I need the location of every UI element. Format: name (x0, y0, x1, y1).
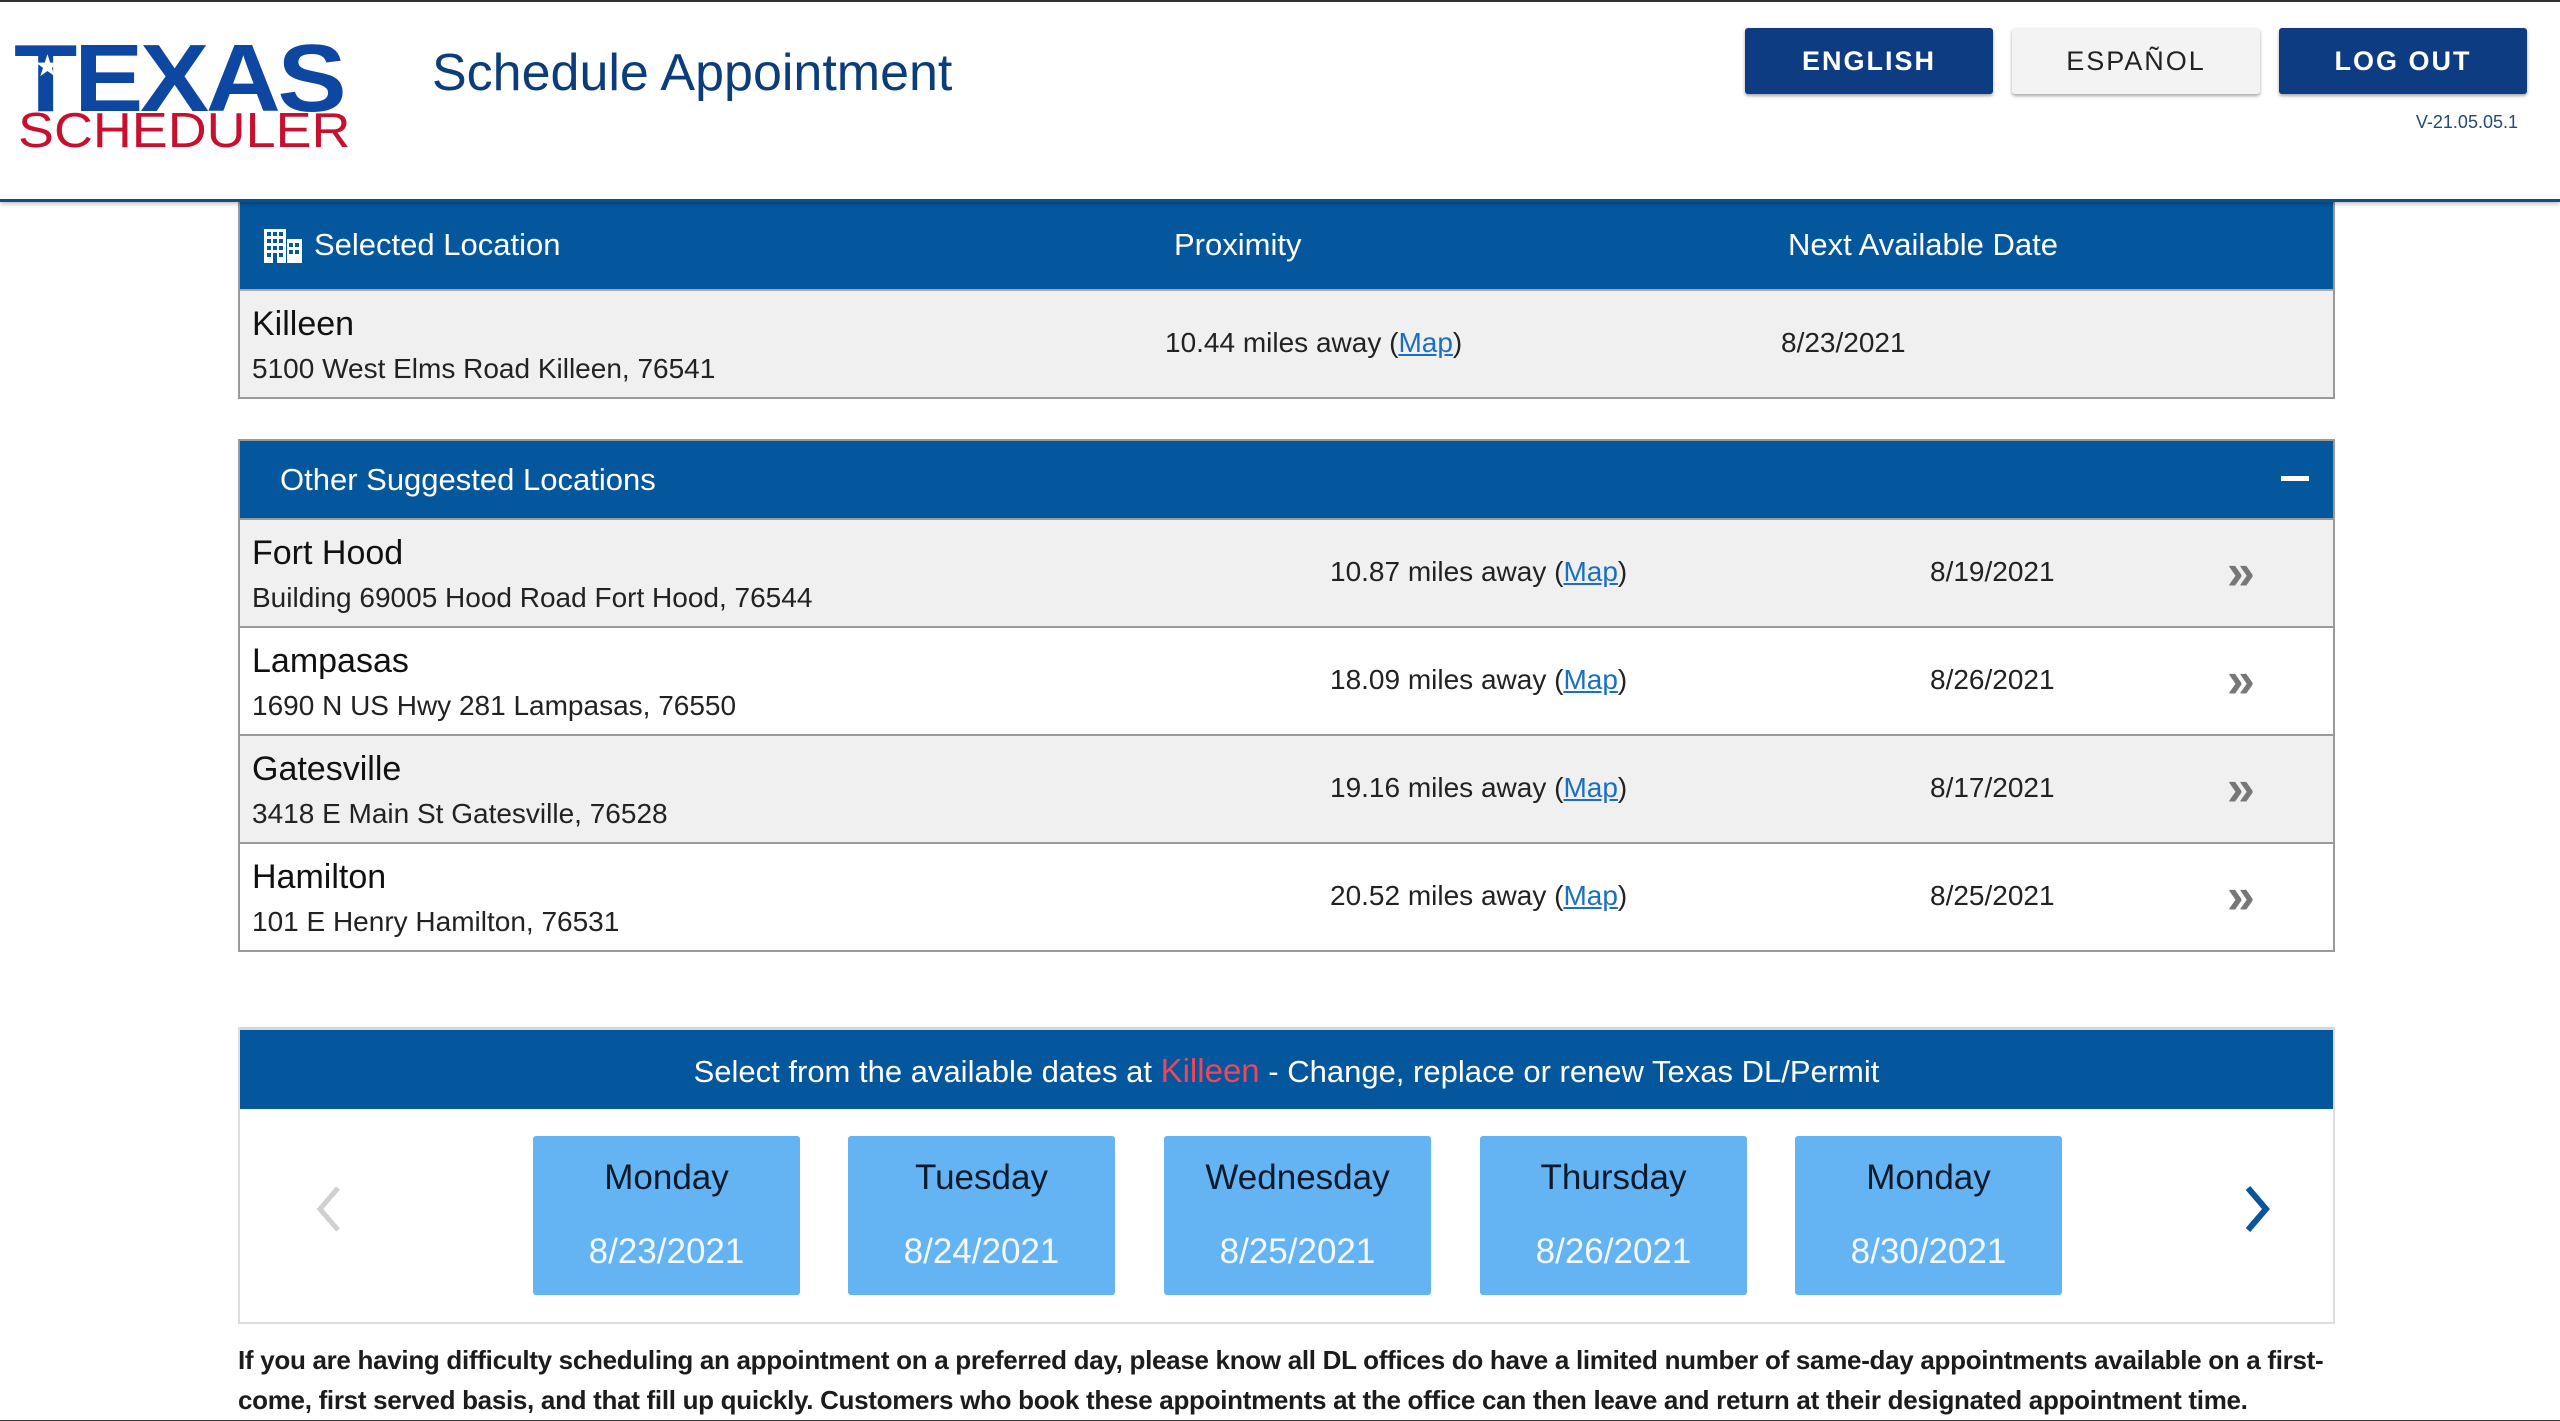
english-button[interactable]: ENGLISH (1745, 28, 1993, 94)
day-name: Tuesday (915, 1158, 1048, 1197)
next-available-date: 8/19/2021 (1930, 556, 2055, 587)
day-name: Monday (1866, 1158, 1991, 1197)
location-name: Hamilton (252, 858, 387, 896)
column-header-proximity: Proximity (1174, 227, 1302, 262)
heading-suffix: - Change, replace or renew Texas DL/Perm… (1259, 1054, 1880, 1089)
selected-location-row: Killeen 5100 West Elms Road Killeen, 765… (240, 289, 2333, 397)
selected-location-table: Selected Location Proximity Next Availab… (238, 202, 2335, 399)
map-link[interactable]: Map (1398, 327, 1452, 358)
date-card[interactable]: Monday 8/30/2021 (1795, 1136, 2062, 1295)
distance-close: ) (1452, 327, 1463, 358)
distance-text: 18.09 miles away ( (1330, 664, 1564, 695)
location-proximity: 10.87 miles away (Map) (1330, 556, 1627, 588)
column-header-location: Selected Location (314, 227, 561, 262)
chevron-right-icon[interactable] (2240, 1184, 2274, 1234)
distance-text: 10.87 miles away ( (1330, 556, 1564, 587)
version-label: V-21.05.05.1 (2415, 112, 2518, 132)
location-proximity: 10.44 miles away (Map) (1165, 327, 1462, 359)
texas-scheduler-logo[interactable]: TEXAS ★ SCHEDULER (14, 31, 394, 157)
date-card[interactable]: Tuesday 8/24/2021 (848, 1136, 1115, 1295)
next-available-date: 8/25/2021 (1930, 880, 2055, 911)
location-proximity: 19.16 miles away (Map) (1330, 772, 1627, 804)
location-name: Fort Hood (252, 534, 404, 572)
location-address: 101 E Henry Hamilton, 76531 (252, 906, 620, 937)
espanol-button[interactable]: ESPAÑOL (2012, 28, 2260, 94)
map-link[interactable]: Map (1563, 772, 1617, 803)
double-chevron-right-icon[interactable]: » (2227, 871, 2255, 921)
location-name: Lampasas (252, 642, 409, 680)
map-link[interactable]: Map (1563, 664, 1617, 695)
other-locations-list: Fort Hood Building 69005 Hood Road Fort … (240, 518, 2333, 950)
other-locations-table: Other Suggested Locations Fort Hood Buil… (238, 439, 2335, 952)
selected-location-header: Selected Location Proximity Next Availab… (240, 202, 2333, 289)
day-date: 8/26/2021 (1535, 1232, 1692, 1271)
chevron-left-icon[interactable] (312, 1184, 346, 1234)
location-name: Killeen (252, 305, 355, 343)
map-link[interactable]: Map (1563, 556, 1617, 587)
distance-text: 20.52 miles away ( (1330, 880, 1564, 911)
distance-close: ) (1617, 772, 1628, 803)
page: TEXAS ★ SCHEDULER Schedule Appointment E… (0, 0, 2560, 1421)
location-name: Gatesville (252, 750, 402, 788)
day-date: 8/24/2021 (903, 1232, 1060, 1271)
logout-button[interactable]: LOG OUT (2279, 28, 2527, 94)
day-name: Thursday (1540, 1158, 1687, 1197)
location-address: 1690 N US Hwy 281 Lampasas, 76550 (252, 690, 737, 721)
distance-text: 19.16 miles away ( (1330, 772, 1564, 803)
location-proximity: 18.09 miles away (Map) (1330, 664, 1627, 696)
double-chevron-right-icon[interactable]: » (2227, 763, 2255, 813)
next-available-date: 8/17/2021 (1930, 772, 2055, 803)
day-name: Wednesday (1205, 1158, 1390, 1197)
next-available-date: 8/23/2021 (1781, 327, 1906, 358)
column-header-next-date: Next Available Date (1788, 227, 2058, 262)
location-row[interactable]: Fort Hood Building 69005 Hood Road Fort … (240, 518, 2333, 626)
logo-scheduler-text: SCHEDULER (18, 104, 351, 158)
minus-icon[interactable] (2281, 476, 2309, 481)
day-date: 8/23/2021 (588, 1232, 745, 1271)
day-date: 8/25/2021 (1219, 1232, 1376, 1271)
header: TEXAS ★ SCHEDULER Schedule Appointment E… (0, 2, 2560, 202)
next-available-date: 8/26/2021 (1930, 664, 2055, 695)
date-card[interactable]: Wednesday 8/25/2021 (1164, 1136, 1431, 1295)
location-address: 5100 West Elms Road Killeen, 76541 (252, 353, 716, 384)
date-card[interactable]: Thursday 8/26/2021 (1480, 1136, 1747, 1295)
building-icon (264, 229, 302, 263)
other-locations-header[interactable]: Other Suggested Locations (240, 441, 2333, 518)
double-chevron-right-icon[interactable]: » (2227, 547, 2255, 597)
heading-location: Killeen (1160, 1052, 1260, 1089)
location-row[interactable]: Hamilton 101 E Henry Hamilton, 76531 20.… (240, 842, 2333, 950)
location-proximity: 20.52 miles away (Map) (1330, 880, 1627, 912)
star-icon: ★ (34, 50, 61, 83)
distance-close: ) (1617, 664, 1628, 695)
day-name: Monday (604, 1158, 729, 1197)
available-dates-panel: Select from the available dates at Kille… (238, 1027, 2335, 1324)
double-chevron-right-icon[interactable]: » (2227, 655, 2255, 705)
map-link[interactable]: Map (1563, 880, 1617, 911)
date-card[interactable]: Monday 8/23/2021 (533, 1136, 800, 1295)
location-address: Building 69005 Hood Road Fort Hood, 7654… (252, 582, 813, 613)
other-locations-title: Other Suggested Locations (280, 462, 656, 497)
heading-prefix: Select from the available dates at (693, 1054, 1161, 1089)
distance-close: ) (1617, 880, 1628, 911)
distance-close: ) (1617, 556, 1628, 587)
location-row[interactable]: Lampasas 1690 N US Hwy 281 Lampasas, 765… (240, 626, 2333, 734)
page-title: Schedule Appointment (432, 44, 953, 102)
location-address: 3418 E Main St Gatesville, 76528 (252, 798, 668, 829)
location-row[interactable]: Gatesville 3418 E Main St Gatesville, 76… (240, 734, 2333, 842)
day-date: 8/30/2021 (1850, 1232, 2007, 1271)
available-dates-header: Select from the available dates at Kille… (240, 1027, 2333, 1109)
same-day-notice: If you are having difficulty scheduling … (238, 1345, 2324, 1415)
distance-text: 10.44 miles away ( (1165, 327, 1399, 358)
